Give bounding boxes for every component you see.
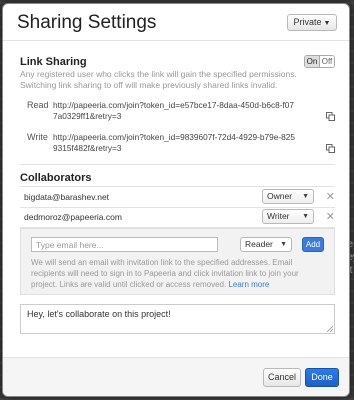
chevron-down-icon: ▼ — [302, 193, 309, 200]
invite-email-input[interactable] — [31, 237, 218, 252]
toggle-off-option[interactable]: Off — [319, 56, 334, 67]
collaborator-email: bigdata@barashev.net — [24, 192, 110, 202]
invite-message-textarea[interactable]: Hey, let's collaborate on this project! — [20, 304, 335, 334]
copy-icon[interactable] — [326, 144, 335, 153]
cancel-button[interactable]: Cancel — [263, 368, 301, 387]
remove-collaborator-icon[interactable]: ✕ — [326, 190, 335, 203]
write-link-row: Write http://papeeria.com/join?token_id=… — [20, 130, 335, 154]
toggle-on-option[interactable]: On — [305, 56, 319, 67]
remove-collaborator-icon[interactable]: ✕ — [326, 210, 335, 223]
chevron-down-icon: ▼ — [323, 20, 331, 27]
link-sharing-toggle[interactable]: On Off — [304, 55, 335, 68]
collaborators-title: Collaborators — [20, 172, 92, 184]
privacy-dropdown-button[interactable]: Private ▼ — [287, 14, 337, 31]
invite-role-select[interactable]: Reader ▼ — [240, 237, 292, 252]
write-link-url[interactable]: http://papeeria.com/join?token_id=983960… — [53, 132, 295, 154]
read-link-row: Read http://papeeria.com/join?token_id=e… — [20, 98, 335, 122]
privacy-label: Private — [293, 17, 322, 27]
copy-icon[interactable] — [326, 112, 335, 121]
dialog-body: Link Sharing On Off Any registered user … — [3, 41, 349, 396]
sharing-settings-dialog: Sharing Settings Private ▼ Link Sharing O… — [2, 3, 350, 397]
write-link-label: Write — [27, 132, 48, 142]
section-divider — [20, 164, 335, 165]
dialog-title: Sharing Settings — [17, 12, 157, 33]
collaborator-row: dedmoroz@papeeria.com Writer ▼ ✕ — [20, 207, 335, 228]
role-value: Writer — [267, 211, 290, 221]
chevron-down-icon: ▼ — [302, 213, 309, 220]
role-value: Owner — [267, 191, 293, 201]
dialog-footer: Cancel Done — [3, 357, 349, 396]
dialog-header: Sharing Settings Private ▼ — [3, 4, 349, 41]
read-link-label: Read — [27, 100, 49, 110]
resize-grip-icon[interactable] — [327, 326, 333, 332]
done-button[interactable]: Done — [305, 368, 339, 387]
add-collaborator-button[interactable]: Add — [302, 237, 324, 252]
role-select[interactable]: Owner ▼ — [262, 189, 314, 204]
link-sharing-description: Any registered user who clicks the link … — [20, 69, 297, 90]
collaborator-row: bigdata@barashev.net Owner ▼ ✕ — [20, 186, 335, 208]
role-select[interactable]: Writer ▼ — [262, 209, 314, 224]
collaborator-email: dedmoroz@papeeria.com — [24, 212, 122, 222]
read-link-url[interactable]: http://papeeria.com/join?token_id=e57bce… — [53, 100, 295, 122]
link-sharing-title: Link Sharing — [20, 56, 87, 68]
invite-role-value: Reader — [245, 239, 273, 249]
chevron-down-icon: ▼ — [280, 241, 287, 248]
invite-panel: Reader ▼ Add We will send an email with … — [20, 228, 335, 295]
invite-note: We will send an email with invitation li… — [31, 257, 326, 290]
learn-more-link[interactable]: Learn more — [228, 280, 269, 289]
